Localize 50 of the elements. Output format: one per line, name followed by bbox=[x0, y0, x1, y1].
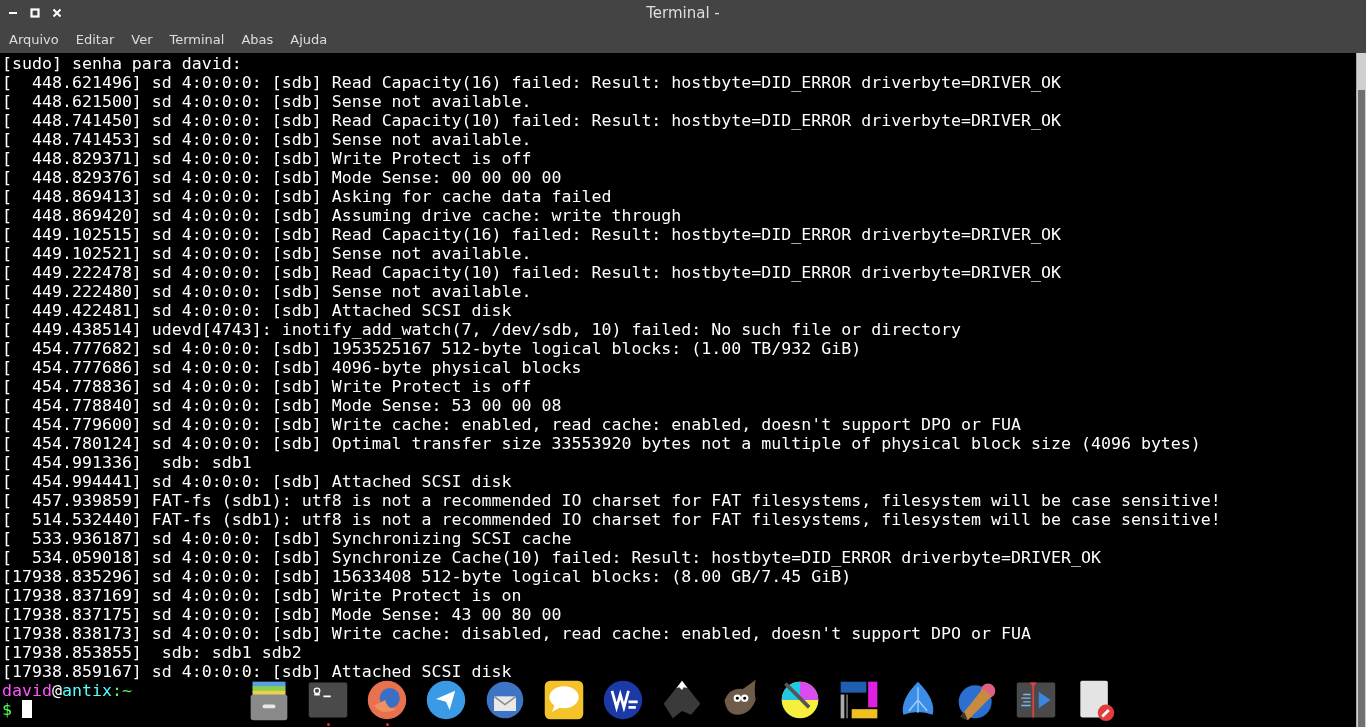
terminal-line: [ 534.059018] sd 4:0:0:0: [sdb] Synchronize Cache(10) failed: Result: hostbyte=DID_ERROR driverbyte=DRIVER_OK bbox=[2, 548, 1101, 567]
terminal-line: [ 448.829376] sd 4:0:0:0: [sdb] Mode Sense: 00 00 00 00 bbox=[2, 168, 562, 187]
terminal-line: [sudo] senha para david: bbox=[2, 54, 242, 73]
terminal-line: [ 448.741453] sd 4:0:0:0: [sdb] Sense not available. bbox=[2, 130, 532, 149]
close-icon[interactable] bbox=[52, 7, 62, 18]
fox-icon[interactable] bbox=[365, 678, 409, 722]
terminal-line: [ 448.869413] sd 4:0:0:0: [sdb] Asking for cache data failed bbox=[2, 187, 612, 206]
menu-item[interactable]: Arquivo bbox=[9, 31, 59, 47]
terminal-line: [ 454.778840] sd 4:0:0:0: [sdb] Mode Sense: 53 00 00 08 bbox=[2, 396, 562, 415]
terminal-line: [ 454.777682] sd 4:0:0:0: [sdb] 1953525167 512-byte logical blocks: (1.00 TB/932 GiB) bbox=[2, 339, 862, 358]
prompt-symbol: $ bbox=[2, 700, 12, 719]
letter-logo-icon[interactable] bbox=[601, 678, 645, 722]
terminal-line: [ 448.621496] sd 4:0:0:0: [sdb] Read Capacity(16) failed: Result: hostbyte=DID_ERROR driverbyte=DRIVER_OK bbox=[2, 73, 1061, 92]
terminal-line: [ 454.780124] sd 4:0:0:0: [sdb] Optimal transfer size 33553920 bytes not a multiple of physical block size (4096 bytes) bbox=[2, 434, 1201, 453]
terminal-line: [ 448.741450] sd 4:0:0:0: [sdb] Read Capacity(10) failed: Result: hostbyte=DID_ERROR driverbyte=DRIVER_OK bbox=[2, 111, 1061, 130]
terminal-line: [ 454.779600] sd 4:0:0:0: [sdb] Write cache: enabled, read cache: enabled, doesn't support DPO or FUA bbox=[2, 415, 1021, 434]
terminal-line: [17938.859167] sd 4:0:0:0: [sdb] Attached SCSI disk bbox=[2, 662, 512, 681]
terminal-line: [ 448.621500] sd 4:0:0:0: [sdb] Sense not available. bbox=[2, 92, 532, 111]
menu-item[interactable]: Abas bbox=[241, 31, 274, 47]
terminal-line: [17938.837169] sd 4:0:0:0: [sdb] Write Protect is on bbox=[2, 586, 522, 605]
terminal-line: [17938.835296] sd 4:0:0:0: [sdb] 15633408 512-byte logical blocks: (8.00 GB/7.45 GiB) bbox=[2, 567, 852, 586]
terminal-line: [17938.838173] sd 4:0:0:0: [sdb] Write cache: disabled, read cache: enabled, doesn't support DPO or FUA bbox=[2, 624, 1031, 643]
terminal-line: [ 454.994441] sd 4:0:0:0: [sdb] Attached SCSI disk bbox=[2, 472, 512, 491]
terminal-line: [ 514.532440] FAT-fs (sdb1): utf8 is not a recommended IO charset for FAT filesystems, filesystem will be case sensitive! bbox=[2, 510, 1221, 529]
terminal-line: [ 449.222480] sd 4:0:0:0: [sdb] Sense not available. bbox=[2, 282, 532, 301]
window-title: Terminal - bbox=[646, 3, 720, 22]
menu-item[interactable]: Editar bbox=[75, 31, 115, 47]
terminal-line: [ 454.778836] sd 4:0:0:0: [sdb] Write Protect is off bbox=[2, 377, 532, 396]
terminal-line: [ 454.777686] sd 4:0:0:0: [sdb] 4096-byte physical blocks bbox=[2, 358, 582, 377]
terminal-line: [17938.837175] sd 4:0:0:0: [sdb] Mode Sense: 43 00 80 00 bbox=[2, 605, 562, 624]
menu-item[interactable]: Ajuda bbox=[290, 31, 328, 47]
paper-plane-icon[interactable] bbox=[424, 678, 468, 722]
terminal-line: [ 449.438514] udevd[4743]: inotify_add_watch(7, /dev/sdb, 10) failed: No such file or directory bbox=[2, 320, 962, 339]
maximize-icon[interactable] bbox=[30, 7, 40, 18]
menu-item[interactable]: Terminal bbox=[169, 31, 225, 47]
terminal-line: [ 457.939859] FAT-fs (sdb1): utf8 is not a recommended IO charset for FAT filesystems, filesystem will be case sensitive! bbox=[2, 491, 1221, 510]
terminal-line: [ 449.102521] sd 4:0:0:0: [sdb] Sense not available. bbox=[2, 244, 532, 263]
menu-item[interactable]: Ver bbox=[131, 31, 153, 47]
scrollbar-thumb[interactable] bbox=[1358, 90, 1365, 727]
terminal-line: [ 449.102515] sd 4:0:0:0: [sdb] Read Capacity(16) failed: Result: hostbyte=DID_ERROR driverbyte=DRIVER_OK bbox=[2, 225, 1061, 244]
prompt-line: david@antix:~ bbox=[2, 681, 132, 700]
terminal-line: [ 449.222478] sd 4:0:0:0: [sdb] Read Capacity(10) failed: Result: hostbyte=DID_ERROR driverbyte=DRIVER_OK bbox=[2, 263, 1061, 282]
terminal-line: [ 448.829371] sd 4:0:0:0: [sdb] Write Protect is off bbox=[2, 149, 532, 168]
terminal-line: [ 454.991336] sdb: sdb1 bbox=[2, 453, 252, 472]
scrollbar[interactable] bbox=[1356, 53, 1366, 727]
terminal-line: [17938.853855] sdb: sdb1 sdb2 bbox=[2, 643, 302, 662]
terminal-line: [ 449.422481] sd 4:0:0:0: [sdb] Attached SCSI disk bbox=[2, 301, 512, 320]
terminal-line: [ 448.869420] sd 4:0:0:0: [sdb] Assuming drive cache: write through bbox=[2, 206, 682, 225]
terminal-line: [ 533.936187] sd 4:0:0:0: [sdb] Synchronizing SCSI cache bbox=[2, 529, 572, 548]
text-cursor bbox=[22, 700, 32, 718]
